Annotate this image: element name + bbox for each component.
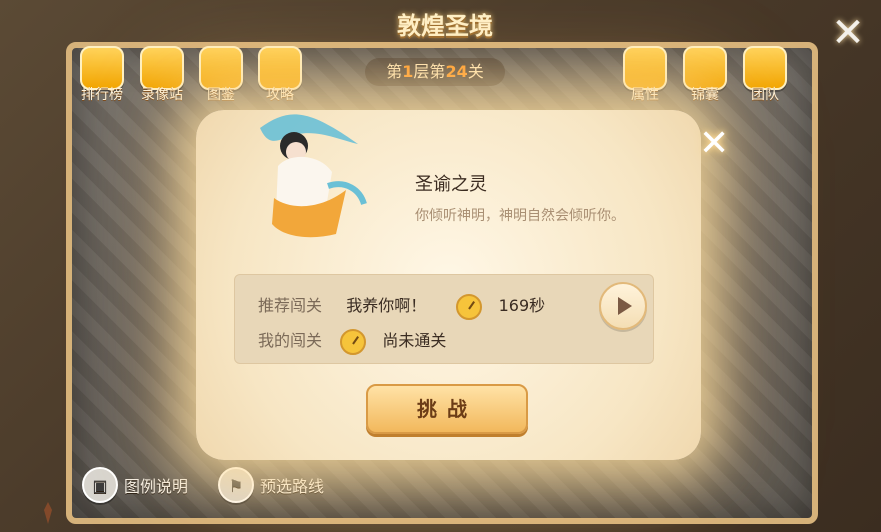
recommended-player: 我养你啊！ — [346, 296, 427, 315]
my-record-label: 我的闯关 — [258, 331, 323, 350]
play-icon — [618, 297, 632, 315]
clock-icon — [340, 328, 367, 355]
clock-icon — [456, 293, 483, 320]
level-stage: 24 — [445, 62, 468, 81]
moon-icon — [12, 476, 64, 532]
legend-label: 图例说明 — [124, 477, 189, 496]
video-station-button[interactable]: 录像站 — [137, 46, 187, 103]
recommended-row: 推荐闯关 我养你啊！ 169秒 — [258, 292, 545, 320]
video-station-label: 录像站 — [141, 87, 183, 103]
flag-icon: ⚑ — [218, 467, 254, 503]
close-icon[interactable]: ✕ — [831, 13, 865, 53]
window-title: 敦煌圣境 — [397, 12, 493, 40]
level-indicator: 第1层第24关 — [365, 58, 505, 86]
challenge-button[interactable]: 挑战 — [366, 384, 528, 434]
level-prefix: 第 — [386, 62, 403, 81]
close-icon[interactable]: ✕ — [699, 126, 729, 162]
catalog-label: 图鉴 — [207, 87, 235, 103]
bag-button[interactable]: 锦囊 — [680, 46, 730, 103]
level-suffix: 关 — [467, 62, 484, 81]
team-button[interactable]: 团队 — [740, 46, 790, 103]
recommended-label: 推荐闯关 — [258, 296, 323, 315]
level-middle: 层第 — [413, 62, 446, 81]
ranking-label: 排行榜 — [81, 87, 123, 103]
my-record-status: 尚未通关 — [382, 331, 447, 350]
bag-label: 锦囊 — [691, 87, 719, 103]
recommended-time: 169秒 — [498, 296, 546, 315]
modal-title: 圣谕之灵 — [415, 174, 487, 195]
image-icon: ▣ — [82, 467, 118, 503]
guide-button[interactable]: 攻略 — [255, 46, 305, 103]
attribute-label: 属性 — [631, 87, 659, 103]
ranking-button[interactable]: 排行榜 — [77, 46, 127, 103]
route-label: 预选路线 — [260, 477, 325, 496]
attribute-button[interactable]: 属性 — [620, 46, 670, 103]
legend-button[interactable]: ▣ 图例说明 — [82, 467, 189, 503]
modal-description: 你倾听神明，神明自然会倾听你。 — [415, 208, 625, 224]
play-replay-button[interactable] — [599, 282, 647, 330]
spirit-character-image — [260, 114, 367, 238]
team-label: 团队 — [751, 87, 779, 103]
route-button[interactable]: ⚑ 预选路线 — [218, 467, 325, 503]
catalog-button[interactable]: 图鉴 — [196, 46, 246, 103]
level-layer: 1 — [402, 62, 414, 81]
my-record-row: 我的闯关 尚未通关 — [258, 327, 446, 355]
